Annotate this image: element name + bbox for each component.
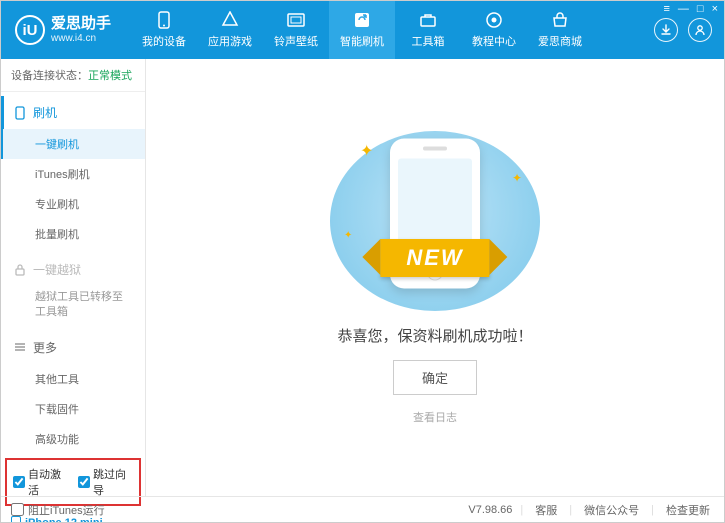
user-icon [694,24,706,36]
confirm-button[interactable]: 确定 [393,360,477,395]
checkbox-auto-activate[interactable]: 自动激活 [13,466,68,498]
brand-subtitle: www.i4.cn [51,33,111,45]
settings-icon[interactable]: ≡ [663,3,669,15]
success-illustration: ✦ ✦ ✦ NEW [330,131,540,311]
section-head-flash[interactable]: 刷机 [1,96,145,129]
checkbox-block-itunes[interactable]: 阻止iTunes运行 [11,502,105,518]
section-title: 一键越狱 [33,261,81,278]
new-ribbon: NEW [380,239,489,277]
nav-label: 教程中心 [472,33,516,49]
connection-status: 设备连接状态：正常模式 [1,59,145,92]
nav-ringtones[interactable]: 铃声壁纸 [263,1,329,59]
section-jailbreak: 一键越狱 越狱工具已转移至工具箱 [1,249,145,327]
sidebar-item-download-firmware[interactable]: 下载固件 [1,394,145,424]
nav-label: 爱思商城 [538,33,582,49]
section-head-jailbreak[interactable]: 一键越狱 [1,253,145,286]
main-content: ✦ ✦ ✦ NEW 恭喜您，保资料刷机成功啦！ 确定 查看日志 [146,59,724,496]
sidebar-item-batch-flash[interactable]: 批量刷机 [1,219,145,249]
sidebar-item-oneclick-flash[interactable]: 一键刷机 [1,129,145,159]
store-icon [551,11,569,29]
sidebar: 设备连接状态：正常模式 刷机 一键刷机 iTunes刷机 专业刷机 批量刷机 一… [1,59,146,496]
sidebar-item-other-tools[interactable]: 其他工具 [1,364,145,394]
version-text: V7.98.66 [468,504,512,516]
section-more: 更多 其他工具 下载固件 高级功能 [1,327,145,454]
toolbox-icon [419,11,437,29]
checkbox-skip-guide[interactable]: 跳过向导 [78,466,133,498]
jailbreak-note: 越狱工具已转移至工具箱 [1,286,145,327]
view-log-link[interactable]: 查看日志 [413,409,457,425]
section-flash: 刷机 一键刷机 iTunes刷机 专业刷机 批量刷机 [1,92,145,249]
download-icon [660,24,672,36]
section-title: 刷机 [33,104,57,121]
flash-icon [353,11,371,29]
app-window: ≡ — □ × iU 爱思助手 www.i4.cn 我的设备 应用游戏 铃声壁纸 [0,0,725,523]
checkbox-label: 自动激活 [28,466,68,498]
download-button[interactable] [654,18,678,42]
nav-label: 应用游戏 [208,33,252,49]
close-button[interactable]: × [712,3,718,15]
checkbox-input[interactable] [78,476,90,488]
nav-label: 智能刷机 [340,33,384,49]
footer-update-link[interactable]: 检查更新 [662,502,714,518]
checkbox-label: 跳过向导 [93,466,133,498]
device-icon [155,11,173,29]
status-label: 设备连接状态： [11,70,88,82]
checkbox-input[interactable] [11,503,24,516]
brand-title: 爱思助手 [51,15,111,33]
menu-icon [13,340,27,354]
sparkle-icon: ✦ [344,230,352,241]
sidebar-item-pro-flash[interactable]: 专业刷机 [1,189,145,219]
nav-my-device[interactable]: 我的设备 [131,1,197,59]
minimize-button[interactable]: — [678,3,689,15]
footer: 阻止iTunes运行 V7.98.66 | 客服 | 微信公众号 | 检查更新 [1,496,724,522]
section-head-more[interactable]: 更多 [1,331,145,364]
checkbox-input[interactable] [13,476,25,488]
success-message: 恭喜您，保资料刷机成功啦！ [337,325,532,346]
checkbox-label: 阻止iTunes运行 [28,502,105,518]
sidebar-item-itunes-flash[interactable]: iTunes刷机 [1,159,145,189]
sidebar-item-advanced[interactable]: 高级功能 [1,424,145,454]
brand-logo-icon: iU [15,15,45,45]
apps-icon [221,11,239,29]
footer-service-link[interactable]: 客服 [531,502,561,518]
nav-label: 铃声壁纸 [274,33,318,49]
nav-label: 我的设备 [142,33,186,49]
nav-tutorials[interactable]: 教程中心 [461,1,527,59]
nav-label: 工具箱 [412,33,445,49]
lock-icon [13,263,27,277]
body: 设备连接状态：正常模式 刷机 一键刷机 iTunes刷机 专业刷机 批量刷机 一… [1,59,724,496]
nav-smart-flash[interactable]: 智能刷机 [329,1,395,59]
phone-icon [13,106,27,120]
tutorial-icon [485,11,503,29]
nav-toolbox[interactable]: 工具箱 [395,1,461,59]
sparkle-icon: ✦ [512,171,522,185]
top-nav: 我的设备 应用游戏 铃声壁纸 智能刷机 工具箱 教程中心 [131,1,654,59]
nav-store[interactable]: 爱思商城 [527,1,593,59]
section-title: 更多 [33,339,57,356]
sparkle-icon: ✦ [360,141,373,161]
header: ≡ — □ × iU 爱思助手 www.i4.cn 我的设备 应用游戏 铃声壁纸 [1,1,724,59]
nav-apps-games[interactable]: 应用游戏 [197,1,263,59]
maximize-button[interactable]: □ [697,3,704,15]
status-value: 正常模式 [88,70,132,82]
window-controls: ≡ — □ × [663,3,718,15]
brand: iU 爱思助手 www.i4.cn [1,1,125,59]
wallpaper-icon [287,11,305,29]
account-button[interactable] [688,18,712,42]
footer-wechat-link[interactable]: 微信公众号 [580,502,643,518]
